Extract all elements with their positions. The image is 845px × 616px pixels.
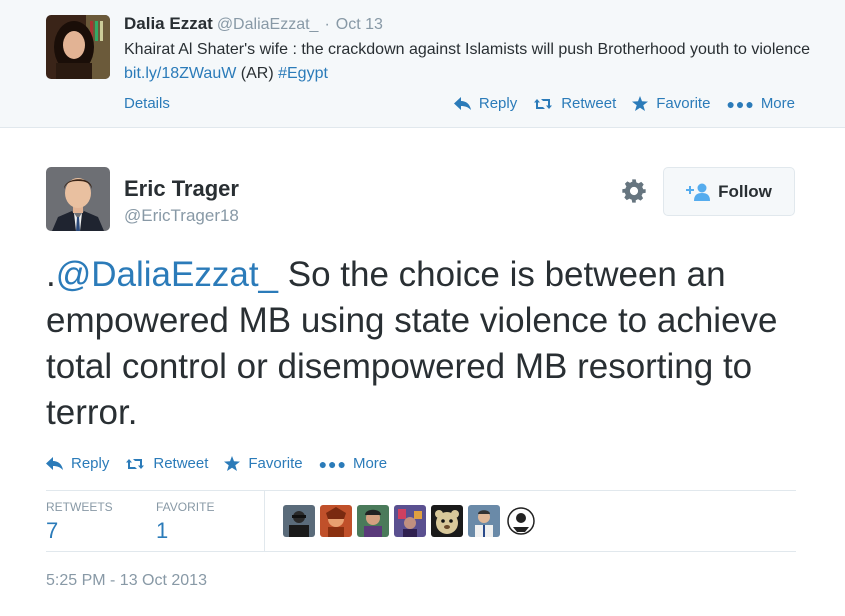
- retweet-label: Retweet: [561, 95, 617, 112]
- dots-icon: ●●●: [318, 455, 347, 472]
- stats-divider-bottom: [46, 551, 796, 552]
- retweets-label: RETWEETS: [46, 500, 113, 514]
- user-avatar[interactable]: [283, 505, 315, 537]
- parent-text-body: Khairat Al Shater's wife : the crackdown…: [124, 41, 811, 58]
- tweet-actions: Reply Retweet Favorite ●●● More: [46, 455, 387, 472]
- add-user-icon: [686, 183, 711, 201]
- user-avatar[interactable]: [468, 505, 500, 537]
- star-icon: [632, 96, 649, 111]
- star-icon: [224, 456, 241, 471]
- favorite-button[interactable]: Favorite: [224, 455, 303, 472]
- avatar-eric-trager[interactable]: [46, 167, 110, 231]
- favorites-count: 1: [156, 518, 169, 543]
- parent-time[interactable]: Oct 13: [336, 16, 383, 33]
- parent-favorite-button[interactable]: Favorite: [632, 95, 710, 112]
- favorites-label: FAVORITE: [156, 500, 215, 514]
- dots-icon: ●●●: [726, 95, 755, 112]
- favorites-stat[interactable]: FAVORITE 1: [156, 500, 214, 544]
- retweet-button[interactable]: Retweet: [125, 455, 208, 472]
- favorite-label: Favorite: [656, 95, 711, 112]
- tweet-text-prefix: .: [46, 255, 56, 294]
- tweet-text: .@DaliaEzzat_ So the choice is between a…: [46, 252, 806, 436]
- follow-button[interactable]: Follow: [663, 167, 795, 216]
- user-avatar[interactable]: [505, 505, 537, 537]
- retweet-label: Retweet: [153, 455, 209, 472]
- parent-text-suffix: (AR): [236, 65, 279, 82]
- parent-author-name[interactable]: Dalia Ezzat: [124, 14, 213, 33]
- reply-arrow-icon: [453, 97, 471, 110]
- user-avatar[interactable]: [394, 505, 426, 537]
- details-link[interactable]: Details: [124, 95, 170, 112]
- retweets-count: 7: [46, 518, 59, 543]
- mention-dalia[interactable]: @DaliaEzzat_: [56, 255, 278, 294]
- author-handle[interactable]: @EricTrager18: [124, 206, 239, 226]
- retweet-icon: [126, 458, 145, 469]
- avatar-dalia-ezzat[interactable]: [46, 15, 110, 79]
- favorite-label: Favorite: [248, 455, 303, 472]
- follow-label: Follow: [718, 181, 772, 201]
- reply-button[interactable]: Reply: [46, 455, 109, 472]
- user-avatar[interactable]: [357, 505, 389, 537]
- parent-tweet-text: Khairat Al Shater's wife : the crackdown…: [124, 38, 824, 86]
- gear-icon[interactable]: [620, 177, 648, 205]
- reply-arrow-icon: [46, 457, 63, 470]
- more-label: More: [760, 95, 795, 112]
- tweet-timestamp[interactable]: 5:25 PM - 13 Oct 2013: [46, 572, 207, 590]
- retweet-icon: [534, 98, 553, 109]
- hashtag-egypt[interactable]: #Egypt: [278, 65, 328, 82]
- more-label: More: [352, 455, 388, 472]
- retweets-stat[interactable]: RETWEETS 7: [46, 500, 113, 544]
- reply-label: Reply: [71, 455, 110, 472]
- separator-dot: ·: [324, 16, 330, 33]
- user-avatar[interactable]: [320, 505, 352, 537]
- stats-vertical-divider: [264, 490, 265, 551]
- stats-divider-top: [46, 490, 796, 491]
- reply-label: Reply: [478, 95, 518, 112]
- parent-link[interactable]: bit.ly/18ZWauW: [124, 65, 236, 82]
- more-button[interactable]: ●●● More: [319, 455, 388, 472]
- user-avatar[interactable]: [431, 505, 463, 537]
- parent-tweet: Dalia Ezzat @DaliaEzzat_ · Oct 13 Khairat A…: [0, 0, 845, 128]
- parent-actions: Reply Retweet Favorite ●●● More: [438, 95, 795, 112]
- parent-author-handle[interactable]: @DaliaEzzat_: [217, 16, 319, 33]
- parent-more-button[interactable]: ●●● More: [726, 95, 795, 112]
- parent-author: Dalia Ezzat @DaliaEzzat_ · Oct 13: [124, 14, 383, 34]
- retweeter-avatars: [283, 505, 537, 537]
- parent-retweet-button[interactable]: Retweet: [533, 95, 616, 112]
- parent-reply-button[interactable]: Reply: [453, 95, 518, 112]
- author-name[interactable]: Eric Trager: [124, 176, 239, 202]
